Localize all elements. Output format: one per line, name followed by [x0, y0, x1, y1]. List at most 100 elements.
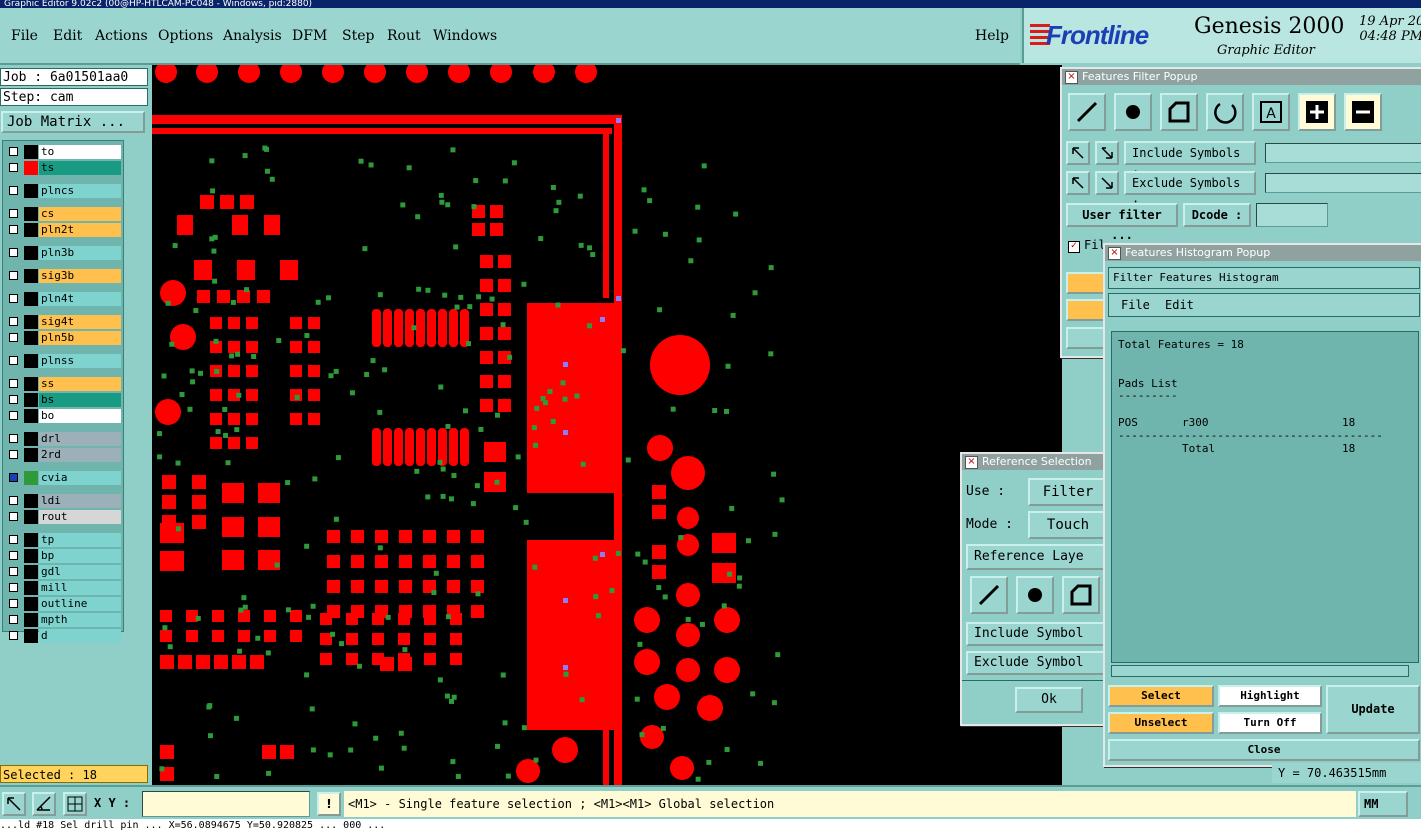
layer-name[interactable]: cs: [39, 207, 121, 221]
include-symbols-input[interactable]: [1265, 143, 1421, 163]
select-button[interactable]: Select: [1108, 685, 1214, 707]
layer-row-pln5b[interactable]: pln5b: [5, 331, 121, 345]
menu-dfm[interactable]: DFM: [292, 28, 327, 44]
layer-color-swatch[interactable]: [24, 510, 38, 524]
layer-checkbox[interactable]: [9, 567, 18, 576]
measure-button[interactable]: [32, 792, 56, 816]
layer-color-swatch[interactable]: [24, 581, 38, 595]
menu-options[interactable]: Options: [158, 28, 213, 44]
layer-row-to[interactable]: to: [5, 145, 121, 159]
layer-row-rout[interactable]: rout: [5, 510, 121, 524]
zoom-fit-button[interactable]: [2, 792, 26, 816]
close-icon[interactable]: ×: [1108, 247, 1121, 260]
mode-option-menu[interactable]: Touch: [1028, 511, 1105, 539]
layer-name[interactable]: bo: [39, 409, 121, 423]
layer-color-swatch[interactable]: [24, 613, 38, 627]
layer-checkbox[interactable]: [9, 434, 18, 443]
unselect-button[interactable]: Unselect: [1108, 712, 1214, 734]
layer-checkbox[interactable]: [9, 186, 18, 195]
grid-button[interactable]: [63, 792, 87, 816]
layer-row-bo[interactable]: bo: [5, 409, 121, 423]
exclude-collapse-button[interactable]: [1095, 171, 1119, 195]
layer-checkbox[interactable]: [9, 271, 18, 280]
layer-checkbox[interactable]: [9, 379, 18, 388]
ref-exclude-symbols-button[interactable]: Exclude Symbol: [966, 651, 1105, 675]
layer-name[interactable]: drl: [39, 432, 121, 446]
layer-row-mill[interactable]: mill: [5, 581, 121, 595]
layer-color-swatch[interactable]: [24, 597, 38, 611]
close-icon[interactable]: ×: [965, 456, 978, 469]
layer-color-swatch[interactable]: [24, 207, 38, 221]
layer-name[interactable]: plncs: [39, 184, 121, 198]
layer-color-swatch[interactable]: [24, 292, 38, 306]
layer-row-cvia[interactable]: cvia: [5, 471, 121, 485]
layer-name[interactable]: ts: [39, 161, 121, 175]
layer-checkbox[interactable]: [9, 631, 18, 640]
layer-checkbox[interactable]: [9, 583, 18, 592]
ok-button[interactable]: Ok: [1015, 687, 1083, 713]
ref-include-symbols-button[interactable]: Include Symbol: [966, 622, 1105, 646]
layer-color-swatch[interactable]: [24, 377, 38, 391]
layer-row-mpth[interactable]: mpth: [5, 613, 121, 627]
layer-color-swatch[interactable]: [24, 393, 38, 407]
reference-layers-button[interactable]: Reference Laye: [966, 544, 1105, 570]
layer-name[interactable]: ldi: [39, 494, 121, 508]
layer-name[interactable]: rout: [39, 510, 121, 524]
positive-polarity-button[interactable]: [1298, 93, 1336, 131]
exclude-symbols-input[interactable]: [1265, 173, 1421, 193]
layer-checkbox[interactable]: [9, 473, 18, 482]
filter-unselect-button-partial[interactable]: [1066, 299, 1106, 321]
layer-row-d[interactable]: d: [5, 629, 121, 643]
update-button[interactable]: Update: [1326, 685, 1420, 734]
include-collapse-button[interactable]: [1095, 141, 1119, 165]
layer-checkbox[interactable]: [9, 225, 18, 234]
layer-color-swatch[interactable]: [24, 565, 38, 579]
layer-row-ldi[interactable]: ldi: [5, 494, 121, 508]
menu-windows[interactable]: Windows: [433, 28, 497, 44]
layer-color-swatch[interactable]: [24, 246, 38, 260]
layer-color-swatch[interactable]: [24, 432, 38, 446]
layer-row-tp[interactable]: tp: [5, 533, 121, 547]
menu-step[interactable]: Step: [342, 28, 374, 44]
menu-rout[interactable]: Rout: [387, 28, 421, 44]
dcode-input[interactable]: [1256, 203, 1328, 227]
turn-off-button[interactable]: Turn Off: [1218, 712, 1322, 734]
horizontal-scrollbar[interactable]: [1111, 665, 1409, 677]
layer-checkbox[interactable]: [9, 395, 18, 404]
histogram-menu-file[interactable]: File: [1121, 298, 1150, 312]
layer-name[interactable]: sig3b: [39, 269, 121, 283]
surface-filter-button[interactable]: [1160, 93, 1198, 131]
job-matrix-button[interactable]: Job Matrix ...: [1, 111, 145, 133]
arc-filter-button[interactable]: [1206, 93, 1244, 131]
layer-row-plnss[interactable]: plnss: [5, 354, 121, 368]
layer-checkbox[interactable]: [9, 411, 18, 420]
layer-name[interactable]: mill: [39, 581, 121, 595]
layer-row-outline[interactable]: outline: [5, 597, 121, 611]
layer-color-swatch[interactable]: [24, 494, 38, 508]
ref-surface-button[interactable]: [1062, 576, 1100, 614]
filter-close-button-partial[interactable]: [1066, 327, 1106, 349]
layer-name[interactable]: pln5b: [39, 331, 121, 345]
layer-name[interactable]: mpth: [39, 613, 121, 627]
layer-color-swatch[interactable]: [24, 269, 38, 283]
layer-row-ts[interactable]: ts: [5, 161, 121, 175]
layer-color-swatch[interactable]: [24, 448, 38, 462]
layer-checkbox[interactable]: [9, 615, 18, 624]
include-expand-button[interactable]: [1066, 141, 1090, 165]
layer-row-pln3b[interactable]: pln3b: [5, 246, 121, 260]
layer-name[interactable]: ss: [39, 377, 121, 391]
layer-name[interactable]: pln2t: [39, 223, 121, 237]
layer-checkbox[interactable]: [9, 551, 18, 560]
layer-color-swatch[interactable]: [24, 223, 38, 237]
menu-analysis[interactable]: Analysis: [223, 28, 282, 44]
layer-checkbox[interactable]: [9, 209, 18, 218]
layer-row-bs[interactable]: bs: [5, 393, 121, 407]
layer-color-swatch[interactable]: [24, 629, 38, 643]
layer-row-gdl[interactable]: gdl: [5, 565, 121, 579]
layer-row-sig4t[interactable]: sig4t: [5, 315, 121, 329]
pad-filter-button[interactable]: [1114, 93, 1152, 131]
highlight-button[interactable]: Highlight: [1218, 685, 1322, 707]
layer-color-swatch[interactable]: [24, 331, 38, 345]
histogram-menu-edit[interactable]: Edit: [1165, 298, 1194, 312]
layer-checkbox[interactable]: [9, 356, 18, 365]
